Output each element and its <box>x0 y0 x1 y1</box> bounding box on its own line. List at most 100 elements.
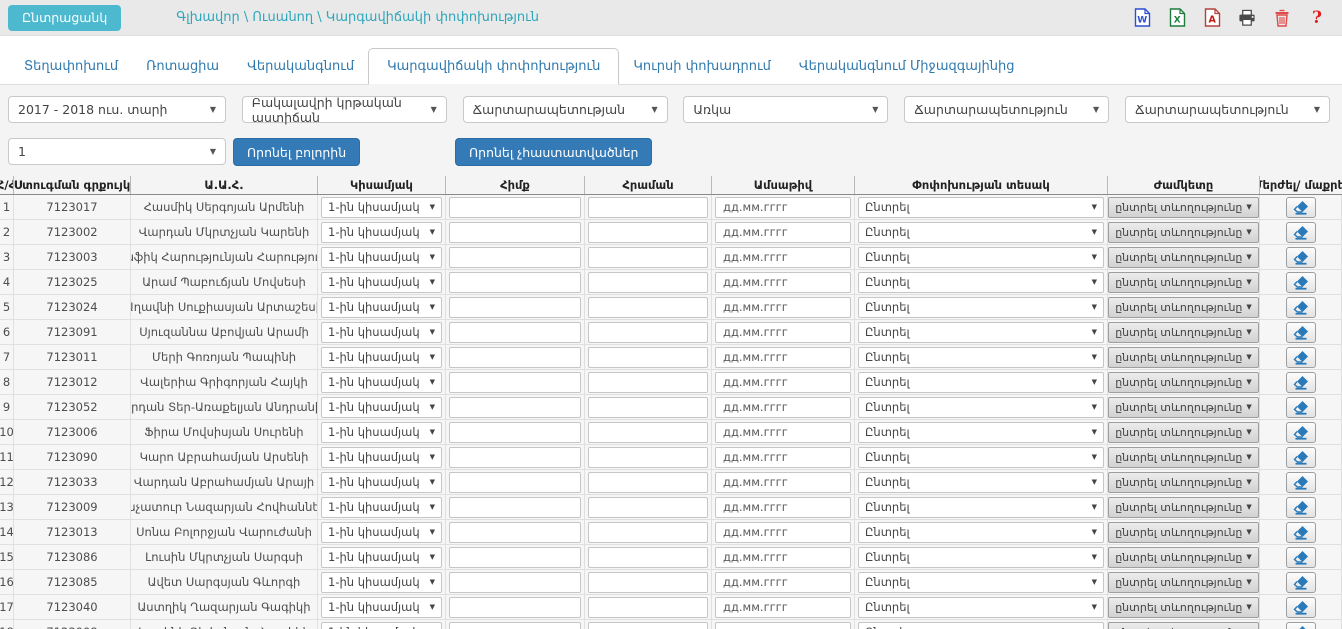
order-input[interactable] <box>588 522 708 543</box>
change-type-select[interactable]: Ընտրել▼ <box>858 297 1104 318</box>
tab-reinstatement-international[interactable]: Վերականգնում Միջազգայինից <box>785 49 1029 84</box>
semester-select[interactable]: 1-ին կիսամյակ▼ <box>321 222 442 243</box>
academic-year-select[interactable]: 2017 - 2018 ուս. տարի ▼ <box>8 96 226 123</box>
basis-input[interactable] <box>449 247 581 268</box>
duration-select[interactable]: ընտրել տևողությունը▼ <box>1108 272 1259 293</box>
clear-row-button[interactable] <box>1286 322 1316 343</box>
semester-select[interactable]: 1-ին կիսամյակ▼ <box>321 322 442 343</box>
clear-row-button[interactable] <box>1286 397 1316 418</box>
semester-select[interactable]: 1-ին կիսամյակ▼ <box>321 497 442 518</box>
change-type-select[interactable]: Ընտրել▼ <box>858 497 1104 518</box>
duration-select[interactable]: ընտրել տևողությունը▼ <box>1108 322 1259 343</box>
clear-row-button[interactable] <box>1286 297 1316 318</box>
order-input[interactable] <box>588 597 708 618</box>
change-type-select[interactable]: Ընտրել▼ <box>858 372 1104 393</box>
order-input[interactable] <box>588 572 708 593</box>
clear-row-button[interactable] <box>1286 522 1316 543</box>
semester-select[interactable]: 1-ին կիսամյակ▼ <box>321 622 442 629</box>
basis-input[interactable] <box>449 397 581 418</box>
date-input[interactable]: дд.мм.гггг <box>715 547 851 568</box>
clear-row-button[interactable] <box>1286 422 1316 443</box>
semester-select[interactable]: 1-ին կիսամյակ▼ <box>321 297 442 318</box>
duration-select[interactable]: ընտրել տևողությունը▼ <box>1108 372 1259 393</box>
order-input[interactable] <box>588 397 708 418</box>
search-unconfirmed-button[interactable]: Որոնել չհաստատվածներ <box>455 138 652 166</box>
basis-input[interactable] <box>449 297 581 318</box>
change-type-select[interactable]: Ընտրել▼ <box>858 597 1104 618</box>
change-type-select[interactable]: Ընտրել▼ <box>858 197 1104 218</box>
order-input[interactable] <box>588 622 708 629</box>
semester-select[interactable]: 1-ին կիսամյակ▼ <box>321 572 442 593</box>
basis-input[interactable] <box>449 522 581 543</box>
date-input[interactable]: дд.мм.гггг <box>715 347 851 368</box>
semester-select[interactable]: 1-ին կիսամյակ▼ <box>321 397 442 418</box>
education-form-select[interactable]: Առկա ▼ <box>683 96 888 123</box>
search-all-button[interactable]: Որոնել բոլորին <box>233 138 360 166</box>
tab-reinstatement[interactable]: Վերականգնում <box>233 49 368 84</box>
basis-input[interactable] <box>449 422 581 443</box>
delete-icon[interactable] <box>1273 8 1291 27</box>
clear-row-button[interactable] <box>1286 197 1316 218</box>
tab-course-promotion[interactable]: Կուրսի փոխադրում <box>619 49 785 84</box>
order-input[interactable] <box>588 497 708 518</box>
change-type-select[interactable]: Ընտրել▼ <box>858 222 1104 243</box>
order-input[interactable] <box>588 297 708 318</box>
change-type-select[interactable]: Ընտրել▼ <box>858 422 1104 443</box>
basis-input[interactable] <box>449 497 581 518</box>
duration-select[interactable]: ընտրել տևողությունը▼ <box>1108 622 1259 629</box>
semester-select[interactable]: 1-ին կիսամյակ▼ <box>321 347 442 368</box>
date-input[interactable]: дд.мм.гггг <box>715 322 851 343</box>
semester-select[interactable]: 1-ին կիսամյակ▼ <box>321 272 442 293</box>
clear-row-button[interactable] <box>1286 347 1316 368</box>
basis-input[interactable] <box>449 597 581 618</box>
date-input[interactable]: дд.мм.гггг <box>715 597 851 618</box>
semester-select[interactable]: 1-ին կիսամյակ▼ <box>321 247 442 268</box>
date-input[interactable]: дд.мм.гггг <box>715 522 851 543</box>
basis-input[interactable] <box>449 472 581 493</box>
duration-select[interactable]: ընտրել տևողությունը▼ <box>1108 422 1259 443</box>
menu-button[interactable]: Ընտրացանկ <box>8 5 121 31</box>
order-input[interactable] <box>588 272 708 293</box>
semester-select[interactable]: 1-ին կիսամյակ▼ <box>321 547 442 568</box>
duration-select[interactable]: ընտրել տևողությունը▼ <box>1108 547 1259 568</box>
semester-select[interactable]: 1-ին կիսամյակ▼ <box>321 472 442 493</box>
excel-export-icon[interactable]: X <box>1168 8 1186 27</box>
basis-input[interactable] <box>449 347 581 368</box>
date-input[interactable]: дд.мм.гггг <box>715 622 851 629</box>
date-input[interactable]: дд.мм.гггг <box>715 372 851 393</box>
semester-select[interactable]: 1-ին կիսամյակ▼ <box>321 372 442 393</box>
duration-select[interactable]: ընտրել տևողությունը▼ <box>1108 247 1259 268</box>
basis-input[interactable] <box>449 572 581 593</box>
date-input[interactable]: дд.мм.гггг <box>715 272 851 293</box>
basis-input[interactable] <box>449 222 581 243</box>
change-type-select[interactable]: Ընտրել▼ <box>858 347 1104 368</box>
order-input[interactable] <box>588 372 708 393</box>
duration-select[interactable]: ընտրել տևողությունը▼ <box>1108 447 1259 468</box>
change-type-select[interactable]: Ընտրել▼ <box>858 572 1104 593</box>
duration-select[interactable]: ընտրել տևողությունը▼ <box>1108 497 1259 518</box>
clear-row-button[interactable] <box>1286 572 1316 593</box>
basis-input[interactable] <box>449 547 581 568</box>
order-input[interactable] <box>588 222 708 243</box>
profession-select[interactable]: Ճարտարապետություն ▼ <box>904 96 1109 123</box>
date-input[interactable]: дд.мм.гггг <box>715 447 851 468</box>
help-icon[interactable]: ? <box>1308 8 1326 27</box>
change-type-select[interactable]: Ընտրել▼ <box>858 522 1104 543</box>
duration-select[interactable]: ընտրել տևողությունը▼ <box>1108 397 1259 418</box>
order-input[interactable] <box>588 197 708 218</box>
basis-input[interactable] <box>449 447 581 468</box>
pdf-export-icon[interactable]: A <box>1203 8 1221 27</box>
date-input[interactable]: дд.мм.гггг <box>715 222 851 243</box>
word-export-icon[interactable]: W <box>1133 8 1151 27</box>
change-type-select[interactable]: Ընտրել▼ <box>858 272 1104 293</box>
date-input[interactable]: дд.мм.гггг <box>715 247 851 268</box>
date-input[interactable]: дд.мм.гггг <box>715 397 851 418</box>
date-input[interactable]: дд.мм.гггг <box>715 197 851 218</box>
clear-row-button[interactable] <box>1286 497 1316 518</box>
clear-row-button[interactable] <box>1286 247 1316 268</box>
semester-select[interactable]: 1-ին կիսամյակ▼ <box>321 422 442 443</box>
change-type-select[interactable]: Ընտրել▼ <box>858 472 1104 493</box>
clear-row-button[interactable] <box>1286 597 1316 618</box>
clear-row-button[interactable] <box>1286 222 1316 243</box>
change-type-select[interactable]: Ընտրել▼ <box>858 622 1104 629</box>
